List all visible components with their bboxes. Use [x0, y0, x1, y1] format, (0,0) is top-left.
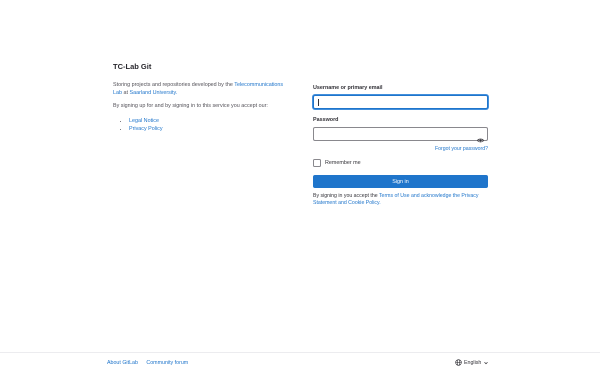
language-label: English: [464, 359, 482, 366]
signup-note: By signing up for and by signing in to t…: [113, 103, 268, 110]
eye-icon[interactable]: [477, 131, 484, 143]
terms-prefix: By signing in you accept the: [313, 193, 378, 199]
password-field[interactable]: [313, 127, 488, 143]
intro-description: Storing projects and repositories develo…: [113, 82, 288, 97]
password-label: Password: [313, 117, 339, 123]
language-selector[interactable]: English: [455, 359, 491, 366]
about-gitlab-link[interactable]: About GitLab: [107, 360, 138, 366]
privacy-policy-link[interactable]: Privacy Policy: [129, 126, 163, 132]
university-link[interactable]: Saarland University.: [130, 90, 178, 96]
terms-notice: By signing in you accept the Terms of Us…: [313, 193, 488, 208]
forgot-password-link[interactable]: Forgot your password?: [435, 146, 488, 152]
forgot-password-row: Forgot your password?: [313, 146, 488, 152]
footer-divider: [0, 352, 600, 353]
remember-me-checkbox[interactable]: [313, 159, 321, 167]
remember-me-row: Remember me: [313, 159, 488, 167]
globe-icon: [455, 359, 462, 366]
sign-in-button[interactable]: Sign in: [313, 175, 488, 188]
text-caret: [318, 99, 319, 106]
description-prefix: Storing projects and repositories develo…: [113, 82, 233, 88]
community-forum-link[interactable]: Community forum: [146, 360, 188, 366]
username-label: Username or primary email: [313, 85, 383, 91]
legal-notice-link[interactable]: Legal Notice: [129, 118, 159, 124]
sign-in-form: Username or primary email Password Forgo…: [313, 85, 488, 208]
footer-links: About GitLab Community forum: [107, 360, 195, 366]
remember-me-label[interactable]: Remember me: [325, 160, 361, 166]
at-text: at: [123, 89, 129, 96]
page-title: TC-Lab Git: [113, 62, 152, 71]
list-item: Privacy Policy: [129, 125, 288, 133]
chevron-down-icon: [484, 361, 489, 364]
intro-panel: TC-Lab Git Storing projects and reposito…: [113, 62, 288, 133]
policy-list: Legal Notice Privacy Policy: [113, 117, 288, 133]
list-item: Legal Notice: [129, 117, 288, 125]
username-field[interactable]: [313, 95, 488, 109]
